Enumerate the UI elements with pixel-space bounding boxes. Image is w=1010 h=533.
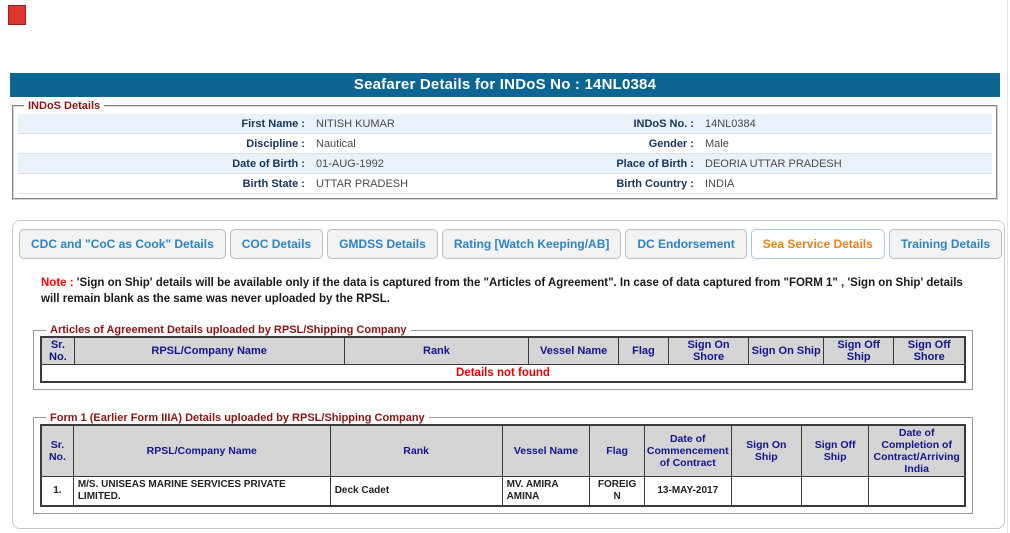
- field-label: First Name :: [241, 117, 308, 130]
- detail-pair: Date of Birth : 01-AUG-1992: [18, 158, 505, 170]
- field-label: Place of Birth :: [616, 157, 697, 170]
- column-header: Date of Completion of Contract/Arriving …: [868, 424, 966, 477]
- field-label: INDoS No. :: [633, 117, 697, 130]
- field-label: Gender :: [648, 137, 697, 150]
- column-header: RPSL/Company Name: [72, 424, 331, 477]
- tab-gmdss-details[interactable]: GMDSS Details: [327, 229, 438, 259]
- articles-of-agreement-table: Sr. No. RPSL/Company Name Rank Vessel Name F…: [40, 336, 966, 383]
- form1-table: Sr. No. RPSL/Company Name Rank Vessel Name F…: [40, 423, 966, 508]
- column-header: Flag: [617, 336, 669, 366]
- field-label: Date of Birth :: [232, 157, 308, 170]
- column-header: Flag: [589, 424, 645, 477]
- field-value: DEORIA UTTAR PRADESH: [705, 157, 842, 170]
- column-header: Vessel Name: [528, 336, 619, 366]
- detail-pair: Gender : Male: [505, 138, 992, 150]
- column-header: Sr. No.: [40, 336, 75, 366]
- table-cell: FOREIGN: [589, 475, 645, 507]
- table-cell: [800, 475, 870, 507]
- articles-legend: Articles of Agreement Details uploaded b…: [50, 324, 407, 337]
- detail-pair: Place of Birth : DEORIA UTTAR PRADESH: [505, 158, 992, 170]
- indos-detail-row: Date of Birth : 01-AUG-1992 Place of Birt…: [18, 154, 992, 174]
- table-cell: MV. AMIRA AMINA: [501, 475, 591, 507]
- column-header: Sign Off Ship: [800, 424, 870, 477]
- column-header: RPSL/Company Name: [73, 336, 345, 366]
- field-value: INDIA: [705, 177, 735, 190]
- column-header: Rank: [343, 336, 530, 366]
- note-text: Note : 'Sign on Ship' details will be av…: [41, 275, 982, 307]
- column-header: Sign On Ship: [748, 336, 825, 366]
- indos-detail-row: Birth State : UTTAR PRADESH Birth Country…: [18, 174, 992, 194]
- empty-message: Details not found: [40, 364, 966, 383]
- field-value: 14NL0384: [705, 117, 756, 130]
- table-row: 1. M/S. UNISEAS MARINE SERVICES PRIVATE L…: [40, 475, 966, 507]
- form1-section: Form 1 (Earlier Form IIIA) Details uploa…: [33, 411, 973, 515]
- tab-sea-service-details[interactable]: Sea Service Details: [750, 229, 885, 259]
- tab-rating-watch-keeping-ab[interactable]: Rating [Watch Keeping/AB]: [441, 229, 622, 259]
- empty-row: Details not found: [40, 364, 966, 383]
- column-header: Sign On Shore: [667, 336, 750, 366]
- column-header: Sign Off Ship: [823, 336, 895, 366]
- indos-details-rows: First Name : NITISH KUMAR INDoS No. : 14N…: [18, 114, 992, 194]
- field-value: 01-AUG-1992: [316, 157, 384, 170]
- page-title: Seafarer Details for INDoS No : 14NL0384: [10, 73, 1000, 97]
- field-value: NITISH KUMAR: [316, 117, 395, 130]
- field-label: Discipline :: [246, 137, 308, 150]
- form1-legend: Form 1 (Earlier Form IIIA) Details uploa…: [50, 411, 425, 424]
- indos-details-legend: INDoS Details: [28, 100, 101, 112]
- field-value: Nautical: [316, 137, 356, 150]
- indos-detail-row: First Name : NITISH KUMAR INDoS No. : 14N…: [18, 114, 992, 134]
- broken-image-icon: [8, 5, 26, 25]
- table-cell: [730, 475, 802, 507]
- detail-pair: Birth State : UTTAR PRADESH: [18, 178, 505, 190]
- detail-pair: Birth Country : INDIA: [505, 178, 992, 190]
- field-value: UTTAR PRADESH: [316, 177, 409, 190]
- note-body: 'Sign on Ship' details will be available…: [41, 277, 963, 306]
- note-prefix: Note :: [41, 277, 77, 289]
- column-header: Rank: [329, 424, 503, 477]
- tab-cdc-and-coc-as-cook-details[interactable]: CDC and "CoC as Cook" Details: [19, 229, 226, 259]
- tab-panel: CDC and "CoC as Cook" Details COC Details…: [12, 220, 1005, 529]
- table-cell: M/S. UNISEAS MARINE SERVICES PRIVATE LIM…: [72, 475, 331, 507]
- table-cell: Deck Cadet: [329, 475, 503, 507]
- articles-of-agreement-section: Articles of Agreement Details uploaded b…: [33, 324, 973, 390]
- table-cell: [868, 475, 966, 507]
- tab-dc-endorsement[interactable]: DC Endorsement: [625, 229, 747, 259]
- indos-details-section: INDoS Details First Name : NITISH KUMAR I…: [12, 100, 998, 200]
- column-header: Vessel Name: [501, 424, 591, 477]
- column-header: Date of Commencement of Contract: [643, 424, 732, 477]
- table-cell: 13-MAY-2017: [643, 475, 732, 507]
- column-header: Sign On Ship: [730, 424, 802, 477]
- field-label: Birth Country :: [616, 177, 697, 190]
- tab-training-details[interactable]: Training Details: [888, 229, 1003, 259]
- field-value: Male: [705, 137, 729, 150]
- window-right-edge: [1007, 0, 1008, 533]
- indos-detail-row: Discipline : Nautical Gender : Male: [18, 134, 992, 154]
- table-cell: 1.: [40, 475, 74, 507]
- detail-pair: First Name : NITISH KUMAR: [18, 118, 505, 130]
- detail-pair: Discipline : Nautical: [18, 138, 505, 150]
- field-label: Birth State :: [242, 177, 308, 190]
- tab-coc-details[interactable]: COC Details: [229, 229, 324, 259]
- tab-strip: CDC and "CoC as Cook" Details COC Details…: [13, 221, 1004, 259]
- column-header: Sign Off Shore: [893, 336, 966, 366]
- detail-pair: INDoS No. : 14NL0384: [505, 118, 992, 130]
- column-header: Sr. No.: [40, 424, 74, 477]
